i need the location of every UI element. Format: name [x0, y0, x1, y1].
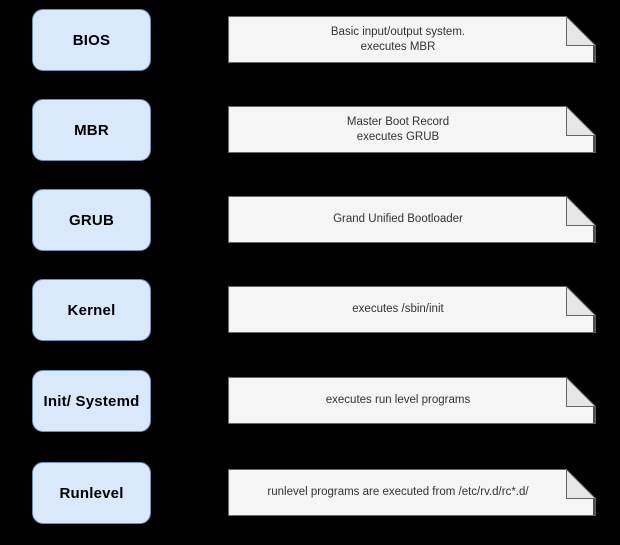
boot-stage-row: Init/ Systemd executes run level programs — [0, 361, 620, 453]
note-text-line: executes run level programs — [325, 394, 471, 406]
note-text-line: Master Boot Record — [346, 115, 450, 128]
note-text-line: Basic input/output system. — [330, 25, 466, 38]
note-edge-tick — [593, 226, 596, 242]
stage-box[interactable]: BIOS — [32, 9, 151, 71]
note-edge-tick — [593, 316, 596, 332]
note-folded-corner — [566, 16, 596, 46]
note-folded-corner — [566, 106, 596, 136]
note-shape[interactable]: executes run level programs — [228, 377, 596, 424]
boot-stage-row: Runlevel runlevel programs are executed f… — [0, 453, 620, 545]
stage-box[interactable]: GRUB — [32, 189, 151, 251]
note-text-line: runlevel programs are executed from /etc… — [267, 486, 529, 498]
stage-label: MBR — [74, 121, 109, 139]
note-shape[interactable]: Basic input/output system. executes MBR — [228, 16, 596, 63]
boot-stage-row: BIOS Basic input/output system. executes M… — [0, 0, 620, 92]
stage-box[interactable]: Runlevel — [32, 462, 151, 524]
boot-stage-row: Kernel executes /sbin/init — [0, 270, 620, 362]
note-text-line: Grand Unified Bootloader — [333, 213, 463, 225]
note-text-line: executes /sbin/init — [352, 303, 444, 315]
note-text: runlevel programs are executed from /etc… — [228, 469, 568, 516]
stage-label: Init/ Systemd — [43, 392, 140, 410]
note-shape[interactable]: runlevel programs are executed from /etc… — [228, 469, 596, 516]
note-shape[interactable]: executes /sbin/init — [228, 286, 596, 333]
note-edge-tick — [593, 136, 596, 152]
note-folded-corner — [566, 286, 596, 316]
note-folded-corner — [566, 469, 596, 499]
note-text: Master Boot Record executes GRUB — [228, 106, 568, 153]
stage-label: GRUB — [69, 211, 114, 229]
stage-box[interactable]: Kernel — [32, 279, 151, 341]
note-folded-corner — [566, 377, 596, 407]
stage-label: Runlevel — [59, 484, 124, 502]
boot-process-diagram: BIOS Basic input/output system. executes M… — [0, 0, 620, 535]
note-shape[interactable]: Master Boot Record executes GRUB — [228, 106, 596, 153]
note-text: executes /sbin/init — [228, 286, 568, 333]
note-folded-corner — [566, 196, 596, 226]
note-edge-tick — [593, 46, 596, 62]
stage-label: Kernel — [67, 301, 116, 319]
stage-box[interactable]: Init/ Systemd — [32, 370, 151, 432]
note-shape[interactable]: Grand Unified Bootloader — [228, 196, 596, 243]
note-text: Basic input/output system. executes MBR — [228, 16, 568, 63]
note-edge-tick — [593, 499, 596, 515]
boot-stage-row: GRUB Grand Unified Bootloader — [0, 180, 620, 272]
stage-label: BIOS — [72, 31, 111, 49]
note-edge-tick — [593, 407, 596, 423]
note-text-line: executes MBR — [360, 40, 436, 53]
boot-stage-row: MBR Master Boot Record executes GRUB — [0, 90, 620, 182]
note-text: executes run level programs — [228, 377, 568, 424]
stage-box[interactable]: MBR — [32, 99, 151, 161]
note-text-line: executes GRUB — [356, 130, 440, 143]
note-text: Grand Unified Bootloader — [228, 196, 568, 243]
